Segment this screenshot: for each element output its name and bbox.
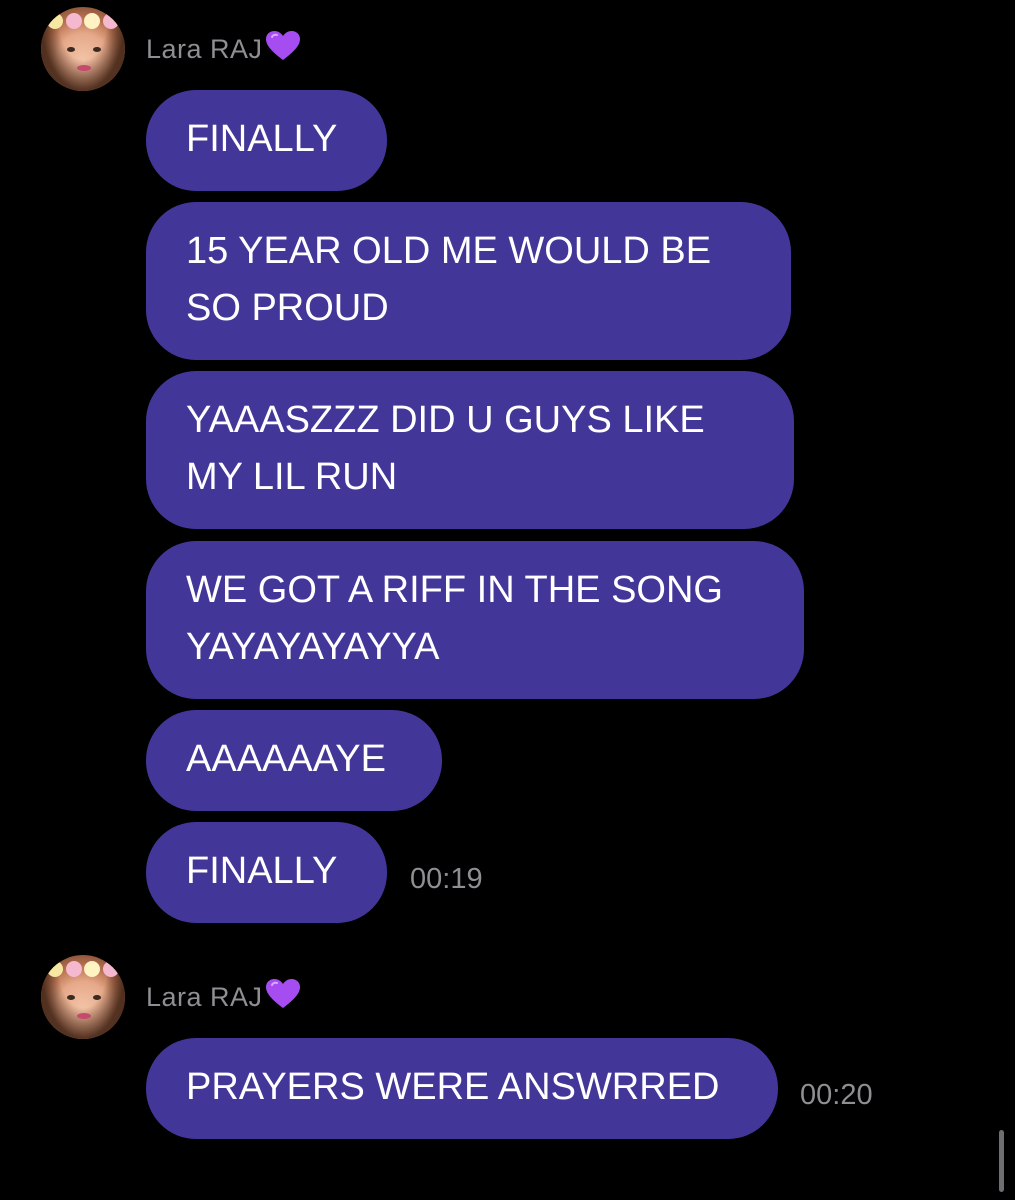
message-text: PRAYERS WERE ANSWRRED — [186, 1066, 720, 1108]
message-text: 15 YEAR OLD ME WOULD BE SO PROUD — [186, 230, 712, 329]
sender-avatar[interactable] — [41, 955, 125, 1039]
message-bubble[interactable]: FINALLY — [146, 90, 387, 191]
message-bubble[interactable]: AAAAAAYE — [146, 710, 442, 811]
purple-heart-icon — [265, 30, 301, 69]
message-bubble[interactable]: PRAYERS WERE ANSWRRED — [146, 1038, 778, 1139]
message-bubble[interactable]: 15 YEAR OLD ME WOULD BE SO PROUD — [146, 202, 791, 360]
message-text: AAAAAAYE — [186, 738, 386, 780]
message-bubble[interactable]: FINALLY — [146, 822, 387, 923]
sender-name: Lara RAJ — [146, 30, 301, 69]
message-timestamp: 00:20 — [800, 1079, 873, 1111]
message-text: WE GOT A RIFF IN THE SONG YAYAYAYAYYA — [186, 569, 723, 668]
scrollbar[interactable] — [999, 1130, 1004, 1192]
sender-name: Lara RAJ — [146, 978, 301, 1017]
message-text: FINALLY — [186, 850, 338, 892]
sender-name-label: Lara RAJ — [146, 982, 263, 1012]
flower-crown — [47, 961, 119, 979]
message-text: YAAASZZZ DID U GUYS LIKE MY LIL RUN — [186, 399, 705, 498]
message-bubble[interactable]: YAAASZZZ DID U GUYS LIKE MY LIL RUN — [146, 371, 794, 529]
sender-name-label: Lara RAJ — [146, 34, 263, 64]
flower-crown — [47, 13, 119, 31]
purple-heart-icon — [265, 978, 301, 1017]
message-bubble[interactable]: WE GOT A RIFF IN THE SONG YAYAYAYAYYA — [146, 541, 804, 699]
message-text: FINALLY — [186, 118, 338, 160]
message-timestamp: 00:19 — [410, 863, 483, 895]
sender-avatar[interactable] — [41, 7, 125, 91]
